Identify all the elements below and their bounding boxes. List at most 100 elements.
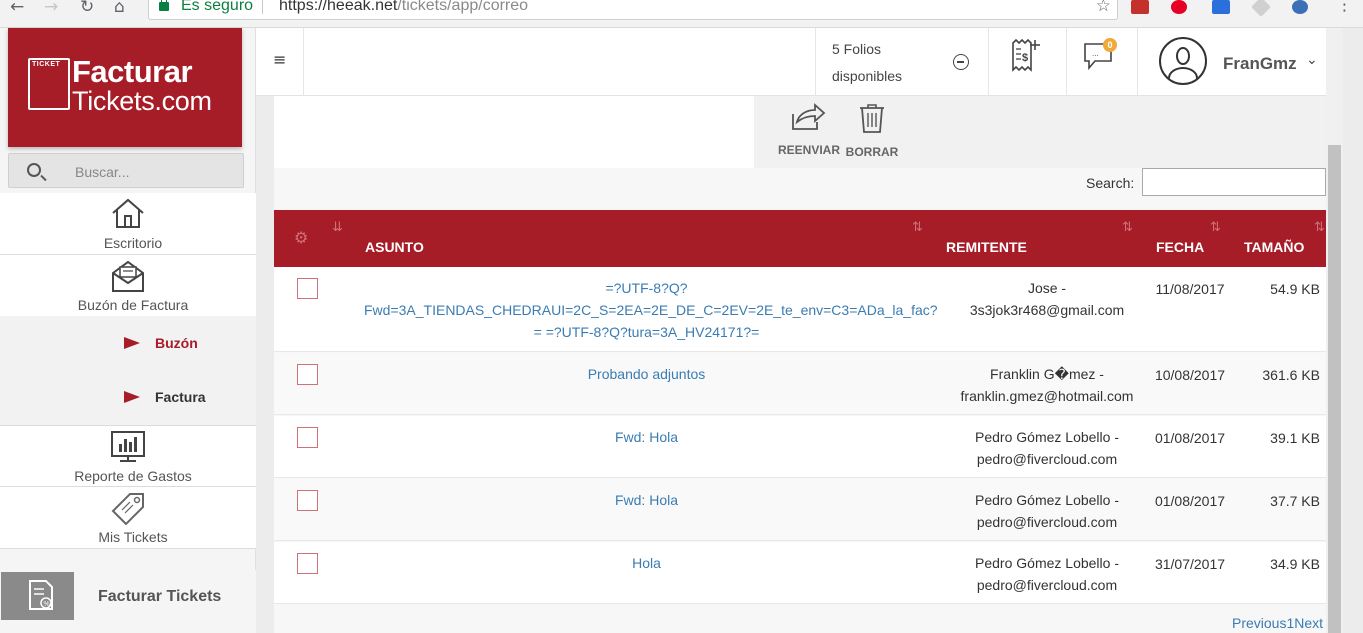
subject-line: Fwd: Hola	[614, 492, 679, 508]
sidebar-subitem-buzon[interactable]: Buzón	[0, 316, 256, 370]
trash-icon	[860, 104, 884, 133]
folios-label: disponibles	[832, 68, 903, 84]
sidebar: TICKET Facturar Tickets.com Buscar... Es…	[0, 28, 256, 633]
row-size: 54.9 KB	[1270, 281, 1320, 297]
svg-text:...: ...	[1092, 49, 1099, 58]
table-row[interactable]: =?UTF-8?Q? Fwd=3A_TIENDAS_CHEDRAUI=2C_S=…	[274, 267, 1326, 352]
sender-email: pedro@fivercloud.com	[976, 514, 1118, 530]
column-header-tamano[interactable]: TAMAÑO	[1244, 239, 1304, 255]
mail-toolbar: REENVIAR BORRAR	[754, 96, 1326, 168]
subject-line: Fwd: Hola	[614, 429, 679, 445]
share-icon	[792, 102, 826, 130]
panel-header	[274, 96, 754, 168]
column-header-remitente[interactable]: REMITENTE	[946, 239, 1027, 255]
sender-email: pedro@fivercloud.com	[976, 577, 1118, 593]
scrollbar-thumb[interactable]	[1328, 145, 1341, 633]
row-subject[interactable]: Probando adjuntos	[364, 363, 929, 385]
subject-line: =?UTF-8?Q?	[605, 280, 688, 296]
bottom-brand[interactable]: % Facturar Tickets	[0, 570, 256, 633]
globe-icon[interactable]	[1292, 0, 1308, 14]
sidebar-item-escritorio[interactable]: Escritorio	[0, 193, 256, 255]
table-header: ⚙ ⇊ ASUNTO ⇅ REMITENTE ⇅ FECHA ⇅ TAMAÑO …	[274, 210, 1326, 267]
subject-line: Hola	[632, 555, 661, 571]
sidebar-item-buzon-de-factura[interactable]: Buzón de Factura	[0, 255, 256, 317]
invoice-icon-box: %	[1, 572, 74, 620]
sort-icon[interactable]: ⇅	[1314, 220, 1325, 235]
sidebar-search[interactable]: Buscar...	[8, 153, 244, 188]
table-row[interactable]: Fwd: Hola Pedro Gómez Lobello - pedro@fi…	[274, 416, 1326, 478]
table-row[interactable]: Hola Pedro Gómez Lobello - pedro@fivercl…	[274, 542, 1326, 604]
row-checkbox[interactable]	[297, 278, 318, 299]
row-size: 37.7 KB	[1270, 493, 1320, 509]
column-header-asunto[interactable]: ASUNTO	[365, 239, 424, 255]
notification-badge: 0	[1103, 38, 1117, 52]
column-header-fecha[interactable]: FECHA	[1156, 239, 1204, 255]
bookmark-star-icon[interactable]: ☆	[1096, 0, 1111, 16]
username[interactable]: FranGmz	[1223, 54, 1297, 74]
scrollbar[interactable]	[1326, 28, 1343, 633]
extension-icon[interactable]	[1212, 0, 1230, 14]
divider	[1137, 28, 1138, 96]
row-sender: Pedro Gómez Lobello - pedro@fivercloud.c…	[932, 426, 1162, 470]
url-text[interactable]: https://heeak.net/tickets/app/correo	[279, 0, 528, 15]
sort-icon[interactable]: ⇅	[1210, 220, 1221, 235]
sidebar-item-label: Buzón de Factura	[77, 297, 189, 313]
sender-email: franklin.gmez@hotmail.com	[960, 388, 1134, 404]
sender-name: Franklin G�mez -	[990, 366, 1104, 382]
folios-count: 5 Folios	[832, 41, 882, 57]
chevron-down-icon[interactable]: ⌄	[1306, 52, 1318, 68]
row-subject[interactable]: Fwd: Hola	[364, 426, 929, 448]
row-sender: Jose - 3s3jok3r468@gmail.com	[932, 277, 1162, 321]
sidebar-item-mis-tickets[interactable]: Mis Tickets	[0, 487, 256, 549]
forward-label: REENVIAR	[778, 143, 841, 157]
brand-logo[interactable]: TICKET Facturar Tickets.com	[8, 28, 242, 147]
table-search-input[interactable]	[1142, 168, 1326, 196]
extension-icon[interactable]	[1131, 0, 1149, 14]
row-date: 10/08/2017	[1154, 367, 1226, 383]
row-size: 361.6 KB	[1262, 367, 1320, 383]
row-subject[interactable]: Fwd: Hola	[364, 489, 929, 511]
row-subject[interactable]: =?UTF-8?Q? Fwd=3A_TIENDAS_CHEDRAUI=2C_S=…	[364, 277, 938, 343]
gear-icon[interactable]: ⚙	[294, 228, 308, 247]
sidebar-subitem-factura[interactable]: Factura	[0, 370, 256, 425]
divider	[815, 28, 816, 96]
address-bar[interactable]: Es seguro https://heeak.net/tickets/app/…	[148, 0, 1118, 20]
back-icon[interactable]: ←	[10, 0, 24, 18]
sender-name: Pedro Gómez Lobello -	[975, 492, 1119, 508]
table-row[interactable]: Probando adjuntos Franklin G�mez - frank…	[274, 353, 1326, 415]
sort-icon[interactable]: ⇅	[912, 220, 923, 235]
row-sender: Franklin G�mez - franklin.gmez@hotmail.c…	[932, 363, 1162, 407]
sidebar-item-reporte-de-gastos[interactable]: Reporte de Gastos	[0, 425, 256, 487]
row-date: 01/08/2017	[1154, 430, 1226, 446]
row-checkbox[interactable]	[297, 364, 318, 385]
table-row[interactable]: Fwd: Hola Pedro Gómez Lobello - pedro@fi…	[274, 479, 1326, 541]
sender-email: 3s3jok3r468@gmail.com	[969, 302, 1125, 318]
browser-toolbar: ← → ↻ ⌂ Es seguro https://heeak.net/tick…	[0, 0, 1363, 28]
pagination-previous[interactable]: Previous	[1232, 615, 1286, 631]
pinterest-icon[interactable]	[1171, 0, 1187, 14]
bottom-brand-label: Facturar Tickets	[98, 588, 222, 605]
minus-circle-icon[interactable]	[953, 54, 969, 70]
user-icon	[1176, 47, 1190, 65]
row-checkbox[interactable]	[297, 427, 318, 448]
sort-desc-icon[interactable]: ⇊	[332, 220, 343, 235]
add-invoice-icon[interactable]: $	[1011, 37, 1041, 73]
tag-extension-icon[interactable]	[1251, 0, 1271, 17]
home-icon[interactable]: ⌂	[114, 0, 125, 18]
reload-icon[interactable]: ↻	[80, 0, 94, 18]
row-subject[interactable]: Hola	[364, 552, 929, 574]
pagination-next[interactable]: Next	[1294, 615, 1323, 631]
row-checkbox[interactable]	[297, 553, 318, 574]
forward-icon[interactable]: →	[44, 0, 58, 18]
sort-icon[interactable]: ⇅	[1122, 220, 1133, 235]
forward-button[interactable]: REENVIAR	[778, 102, 841, 157]
browser-menu-icon[interactable]: ⋮	[1336, 0, 1353, 16]
avatar[interactable]	[1159, 37, 1207, 85]
delete-button[interactable]: BORRAR	[844, 102, 900, 159]
user-icon-body	[1168, 67, 1198, 83]
url-host: https://heeak.net	[279, 0, 398, 14]
row-checkbox[interactable]	[297, 490, 318, 511]
menu-icon[interactable]: ≡	[273, 50, 286, 69]
svg-text:$: $	[1022, 52, 1028, 64]
sidebar-item-label: Escritorio	[103, 235, 163, 251]
